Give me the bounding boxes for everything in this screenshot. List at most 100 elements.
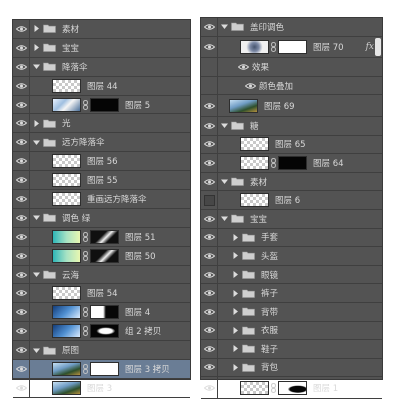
layer-name[interactable]: 云海 bbox=[62, 269, 79, 281]
layer-name[interactable]: 鞋子 bbox=[261, 343, 278, 355]
layer-thumbnail[interactable] bbox=[240, 137, 269, 152]
layer-mask-thumbnail[interactable] bbox=[278, 380, 307, 395]
layer-name[interactable]: 头盔 bbox=[261, 250, 278, 262]
layer-thumbnail[interactable] bbox=[52, 97, 81, 112]
layer-thumbnail[interactable] bbox=[229, 98, 258, 113]
layer-name[interactable]: 盖印调色 bbox=[250, 21, 284, 33]
layer-name[interactable]: 图层 65 bbox=[275, 138, 306, 150]
layer-name[interactable]: 重画远方降落伞 bbox=[87, 193, 147, 205]
layer-name[interactable]: 图层 69 bbox=[264, 100, 295, 112]
layer-mask-thumbnail[interactable] bbox=[90, 97, 119, 112]
layer-row-图层-64[interactable]: 图层 64 bbox=[201, 154, 382, 173]
eye-icon[interactable] bbox=[13, 265, 30, 284]
layer-mask-thumbnail[interactable] bbox=[90, 305, 119, 320]
group-row-头盔[interactable]: 头盔 bbox=[201, 247, 382, 266]
layer-row-重画远方降落伞[interactable]: 重画远方降落伞 bbox=[13, 190, 190, 209]
layer-name[interactable]: 降落伞 bbox=[62, 61, 88, 73]
eye-icon[interactable] bbox=[201, 340, 218, 358]
layer-name[interactable]: 素材 bbox=[62, 23, 79, 35]
layer-row-图层-55[interactable]: 图层 55 bbox=[13, 171, 190, 191]
layer-name[interactable]: 图层 3 拷贝 bbox=[125, 363, 170, 375]
eye-icon[interactable] bbox=[13, 322, 30, 341]
layer-name[interactable]: 糖 bbox=[250, 120, 259, 132]
layer-mask-thumbnail[interactable] bbox=[90, 361, 119, 376]
eye-icon[interactable] bbox=[201, 76, 218, 95]
eye-icon[interactable] bbox=[13, 303, 30, 322]
fx-icon[interactable]: fx bbox=[366, 42, 374, 52]
layer-row-图层-50[interactable]: 图层 50 bbox=[13, 246, 190, 266]
eye-icon[interactable] bbox=[201, 377, 218, 398]
layer-row-颜色叠加[interactable]: 颜色叠加 bbox=[201, 76, 382, 96]
layer-thumbnail[interactable] bbox=[240, 39, 269, 54]
eye-icon[interactable] bbox=[201, 95, 218, 116]
eye-icon[interactable] bbox=[201, 36, 218, 58]
layer-name[interactable]: 光 bbox=[62, 117, 71, 129]
layer-name[interactable]: 素材 bbox=[250, 176, 267, 188]
group-row-调色-绿[interactable]: 调色 绿 bbox=[13, 208, 190, 228]
layer-name[interactable]: 手套 bbox=[261, 231, 278, 243]
chain-link-icon[interactable] bbox=[83, 364, 88, 377]
effects-eye-icon[interactable] bbox=[237, 63, 250, 73]
layer-name[interactable]: 原图 bbox=[62, 344, 79, 356]
layer-name[interactable]: 效果 bbox=[252, 61, 269, 73]
eye-icon[interactable] bbox=[201, 247, 218, 265]
eye-icon[interactable] bbox=[201, 154, 218, 172]
triangle-right-icon[interactable] bbox=[232, 308, 239, 318]
layer-mask-thumbnail[interactable] bbox=[90, 229, 119, 244]
chain-link-icon[interactable] bbox=[271, 158, 276, 171]
layer-thumbnail[interactable] bbox=[52, 361, 81, 376]
eye-icon[interactable] bbox=[13, 152, 30, 171]
triangle-down-icon[interactable] bbox=[33, 214, 40, 224]
layer-name[interactable]: 裤子 bbox=[261, 287, 278, 299]
chain-link-icon[interactable] bbox=[271, 382, 276, 396]
chain-link-icon[interactable] bbox=[83, 307, 88, 320]
layer-row-效果[interactable]: 效果 bbox=[201, 58, 382, 77]
eye-icon[interactable] bbox=[13, 38, 30, 57]
layer-name[interactable]: 图层 50 bbox=[125, 250, 156, 262]
layer-row-图层-4[interactable]: 图层 4 bbox=[13, 303, 190, 323]
eye-icon[interactable] bbox=[13, 95, 30, 114]
eye-icon[interactable] bbox=[201, 265, 218, 284]
layer-thumbnail[interactable] bbox=[52, 154, 81, 169]
layer-name[interactable]: 背带 bbox=[261, 306, 278, 318]
triangle-down-icon[interactable] bbox=[221, 178, 228, 188]
layer-row-图层-3[interactable]: 图层 3 bbox=[13, 378, 190, 398]
group-row-云海[interactable]: 云海 bbox=[13, 265, 190, 285]
triangle-right-icon[interactable] bbox=[232, 289, 239, 300]
layer-thumbnail[interactable] bbox=[240, 380, 269, 395]
group-row-宝宝[interactable]: 宝宝 bbox=[201, 209, 382, 229]
layer-thumbnail[interactable] bbox=[52, 78, 81, 93]
layer-thumbnail[interactable] bbox=[240, 155, 269, 170]
layer-name[interactable]: 图层 3 bbox=[87, 382, 112, 394]
triangle-right-icon[interactable] bbox=[33, 25, 40, 35]
layer-name[interactable]: 调色 绿 bbox=[62, 212, 90, 224]
layer-row-图层-56[interactable]: 图层 56 bbox=[13, 152, 190, 172]
eye-icon[interactable] bbox=[13, 133, 30, 152]
group-row-鞋子[interactable]: 鞋子 bbox=[201, 340, 382, 359]
eye-icon[interactable] bbox=[201, 209, 218, 228]
triangle-right-icon[interactable] bbox=[232, 252, 239, 262]
triangle-right-icon[interactable] bbox=[232, 326, 239, 337]
layer-name[interactable]: 图层 5 bbox=[125, 99, 150, 111]
layer-thumbnail[interactable] bbox=[52, 380, 81, 395]
layer-name[interactable]: 图层 64 bbox=[313, 157, 344, 169]
layer-name[interactable]: 图层 54 bbox=[87, 287, 118, 299]
eye-icon[interactable] bbox=[201, 284, 218, 302]
triangle-down-icon[interactable] bbox=[221, 23, 228, 33]
layer-name[interactable]: 图层 4 bbox=[125, 306, 150, 318]
eye-icon[interactable] bbox=[13, 114, 30, 133]
layer-name[interactable]: 图层 55 bbox=[87, 174, 118, 186]
triangle-right-icon[interactable] bbox=[232, 363, 239, 374]
layer-name[interactable]: 图层 51 bbox=[125, 231, 156, 243]
chain-link-icon[interactable] bbox=[83, 99, 88, 113]
eye-icon[interactable] bbox=[13, 76, 30, 95]
eye-icon[interactable] bbox=[13, 208, 30, 227]
eye-icon[interactable] bbox=[13, 227, 30, 246]
layer-name[interactable]: 眼镜 bbox=[261, 269, 278, 281]
layer-mask-thumbnail[interactable] bbox=[90, 324, 119, 339]
eye-icon[interactable] bbox=[201, 18, 218, 36]
layer-row-图层-1[interactable]: 图层 1 bbox=[201, 377, 382, 399]
eye-icon[interactable] bbox=[201, 302, 218, 321]
layer-name[interactable]: 图层 6 bbox=[275, 194, 300, 206]
layer-row-图层-70[interactable]: 图层 70 fx bbox=[201, 36, 382, 59]
